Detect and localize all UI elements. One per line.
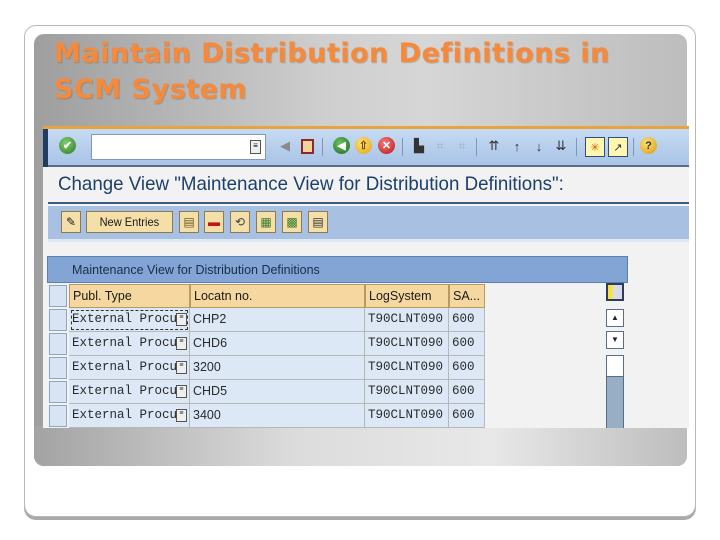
log-system-cell[interactable]: T90CLNT090 [365,332,449,356]
publ-type-value: External Procu [72,336,178,350]
row-selector[interactable] [49,357,67,379]
copy-as-icon: ▤ [183,215,195,229]
location-cell[interactable]: 3200 [190,356,365,380]
table-title: Maintenance View for Distribution Defini… [47,256,628,283]
log-system-cell[interactable]: T90CLNT090 [365,404,449,428]
sap-window: ✔ ≡ ◀ ◀ ⇧ ✕ ▙ ⌗ ⌗ ⇈ ↑ ↓ ⇊ ✳ ↗ ? Change V… [43,126,689,428]
column-header-log-system[interactable]: LogSystem [365,284,449,308]
display-change-button[interactable]: ✎ [61,211,81,233]
select-block-button[interactable]: ▩ [282,211,302,233]
undo-change-icon: ⟲ [234,215,246,229]
publ-type-value: External Procu [72,360,178,374]
find-icon[interactable]: ⌗ [431,137,449,155]
create-session-icon[interactable]: ✳ [585,137,605,157]
column-header-location[interactable]: Locatn no. [190,284,365,308]
command-field[interactable]: ≡ [91,134,266,160]
enter-check-icon[interactable]: ✔ [59,137,76,154]
log-system-cell[interactable]: T90CLNT090 [365,308,449,332]
log-system-cell[interactable]: T90CLNT090 [365,380,449,404]
select-block-icon: ▩ [286,215,298,229]
publ-type-value: External Procu [72,312,178,326]
value-help-icon[interactable]: ≡ [176,313,187,326]
sa-cell[interactable]: 600 [449,332,485,356]
command-field-help-icon[interactable]: ≡ [250,140,261,154]
column-header-publ-type[interactable]: Publ. Type [69,284,190,308]
title-divider [48,202,689,204]
sa-cell[interactable]: 600 [449,380,485,404]
slide-title: Maintain Distribution Definitions in SCM… [54,36,610,108]
toolbar-separator [402,138,403,156]
column-header-sa[interactable]: SA... [449,284,485,308]
new-entries-label: New Entries [99,215,160,229]
command-input[interactable] [92,135,250,157]
back-icon[interactable]: ◀ [333,137,350,154]
publ-type-cell[interactable]: External Procu ≡ [69,308,190,332]
new-entries-button[interactable]: New Entries [86,211,173,233]
pencil-glasses-icon: ✎ [65,215,77,229]
slide-title-line1: Maintain Distribution Definitions in [54,38,610,69]
publ-type-cell[interactable]: External Procu ≡ [69,380,190,404]
publ-type-cell[interactable]: External Procu ≡ [69,356,190,380]
value-help-icon[interactable]: ≡ [176,409,187,422]
shortcut-icon[interactable]: ↗ [608,137,628,157]
next-page-icon[interactable]: ↓ [530,137,548,155]
location-cell[interactable]: CHP2 [190,308,365,332]
undo-change-button[interactable]: ⟲ [230,211,250,233]
previous-page-icon[interactable]: ↑ [508,137,526,155]
delete-button[interactable]: ▬ [204,211,224,233]
value-help-icon[interactable]: ≡ [176,385,187,398]
value-help-icon[interactable]: ≡ [176,361,187,374]
log-system-cell[interactable]: T90CLNT090 [365,356,449,380]
toolbar-separator [476,138,477,156]
slide-title-line2: SCM System [54,74,247,105]
toolbar-separator [633,138,634,156]
location-cell[interactable]: CHD6 [190,332,365,356]
help-icon[interactable]: ? [640,137,657,154]
application-toolbar: ✎ New Entries ▤ ▬ ⟲ ▦ ▩ ▤ [48,206,689,239]
vertical-scrollbar[interactable] [606,355,624,428]
location-cell[interactable]: CHD5 [190,380,365,404]
select-all-rows-button[interactable] [49,285,67,307]
scroll-down-button[interactable]: ▼ [606,331,624,349]
save-icon[interactable] [298,137,316,155]
last-page-icon[interactable]: ⇊ [552,137,570,155]
row-selector[interactable] [49,309,67,331]
toolbar-separator [322,138,323,156]
publ-type-value: External Procu [72,408,178,422]
scroll-up-button[interactable]: ▲ [606,309,624,327]
toolbar-divider [48,239,689,242]
toolbar-separator [576,138,577,156]
select-all-icon: ▦ [260,215,272,229]
exit-icon[interactable]: ⇧ [355,137,372,154]
panel-bottom-fade [34,426,687,466]
row-selector[interactable] [49,405,67,427]
copy-as-button[interactable]: ▤ [179,211,199,233]
table-control: Maintenance View for Distribution Defini… [47,256,628,428]
sa-cell[interactable]: 600 [449,308,485,332]
row-selector[interactable] [49,381,67,403]
row-selector[interactable] [49,333,67,355]
publ-type-cell[interactable]: External Procu ≡ [69,332,190,356]
column-settings-icon[interactable] [606,283,624,301]
deselect-all-button[interactable]: ▤ [308,211,328,233]
sa-cell[interactable]: 600 [449,356,485,380]
delete-icon: ▬ [208,215,220,229]
location-cell[interactable]: 3400 [190,404,365,428]
value-help-icon[interactable]: ≡ [176,337,187,350]
publ-type-value: External Procu [72,384,178,398]
select-all-button[interactable]: ▦ [256,211,276,233]
view-title: Change View "Maintenance View for Distri… [58,173,564,195]
cancel-icon[interactable]: ✕ [378,137,395,154]
collapse-arrow-icon[interactable]: ◀ [276,137,294,155]
scrollbar-thumb[interactable] [607,356,623,377]
sa-cell[interactable]: 600 [449,404,485,428]
publ-type-cell[interactable]: External Procu ≡ [69,404,190,428]
system-toolbar: ✔ ≡ ◀ ◀ ⇧ ✕ ▙ ⌗ ⌗ ⇈ ↑ ↓ ⇊ ✳ ↗ ? [48,129,689,167]
deselect-all-icon: ▤ [312,215,324,229]
print-icon[interactable]: ▙ [410,137,428,155]
find-next-icon[interactable]: ⌗ [453,137,471,155]
first-page-icon[interactable]: ⇈ [485,137,503,155]
